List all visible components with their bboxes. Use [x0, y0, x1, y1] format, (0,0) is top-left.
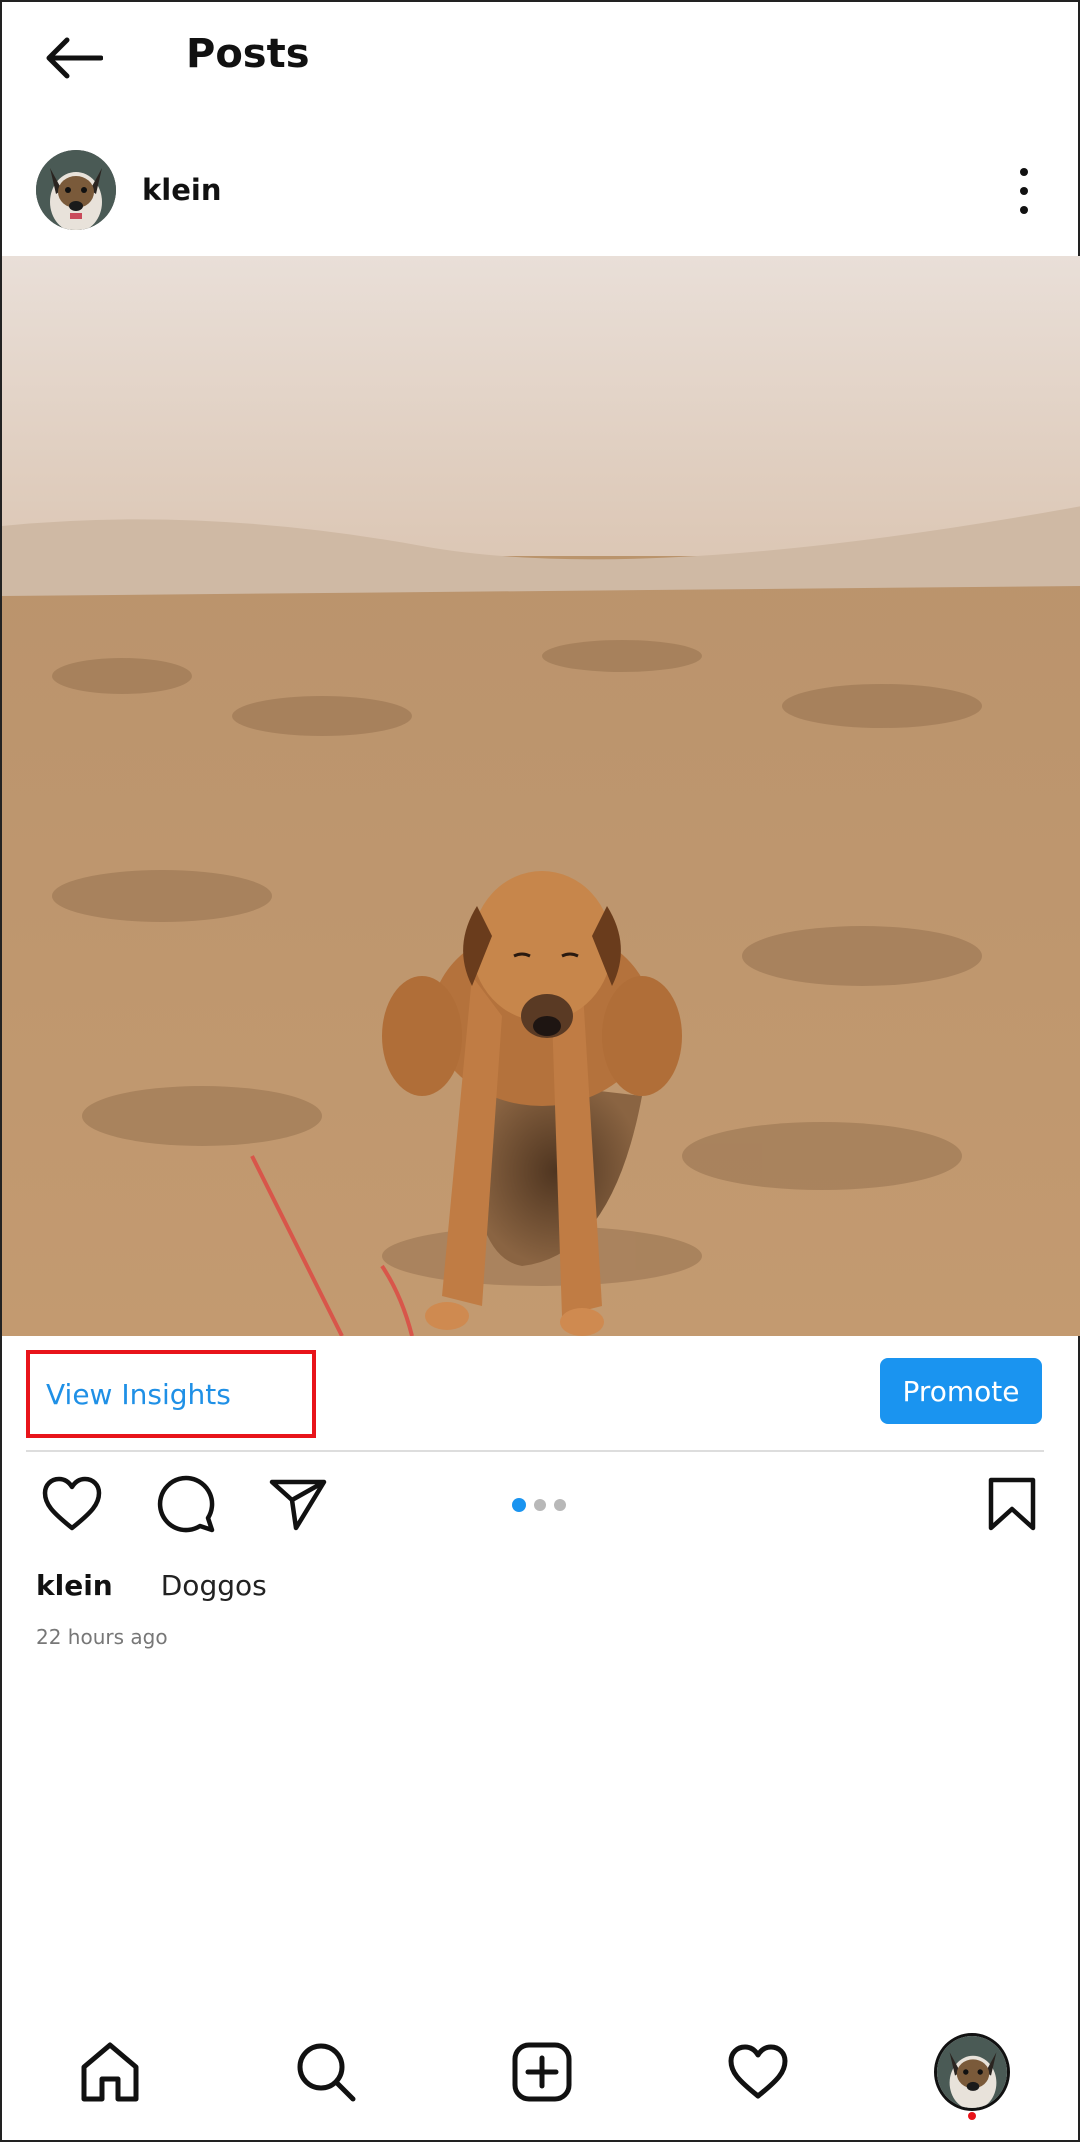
caption-row: klein Doggos — [36, 1566, 267, 1606]
caption-username[interactable]: klein — [36, 1566, 113, 1606]
share-button[interactable] — [266, 1472, 330, 1536]
carousel-dot — [534, 1499, 546, 1511]
nav-home[interactable] — [72, 2022, 148, 2122]
home-icon — [81, 2042, 139, 2102]
activity-heart-icon — [728, 2044, 788, 2099]
dog-avatar-image — [937, 2036, 1007, 2108]
carousel-dot — [554, 1499, 566, 1511]
nav-activity[interactable] — [720, 2022, 796, 2122]
more-dot — [1020, 206, 1028, 214]
back-button[interactable] — [38, 30, 108, 86]
comment-bubble-icon — [157, 1475, 215, 1533]
bottom-nav — [2, 2022, 1080, 2122]
more-vertical-icon — [1020, 168, 1028, 176]
arrow-left-icon — [46, 37, 103, 79]
page-title: Posts — [186, 31, 310, 77]
profile-avatar — [934, 2033, 1010, 2111]
post-timestamp: 22 hours ago — [36, 1625, 168, 1649]
view-insights-link[interactable]: View Insights — [26, 1350, 316, 1438]
dog-avatar-image — [36, 150, 116, 230]
top-bar: Posts — [2, 2, 1080, 112]
save-button[interactable] — [980, 1472, 1044, 1536]
like-button[interactable] — [40, 1472, 104, 1536]
add-post-icon — [512, 2042, 572, 2102]
post-username[interactable]: klein — [142, 170, 221, 210]
notification-dot — [968, 2112, 976, 2120]
carousel-indicator — [512, 1498, 566, 1512]
avatar[interactable] — [36, 150, 116, 230]
nav-search[interactable] — [288, 2022, 364, 2122]
nav-create[interactable] — [504, 2022, 580, 2122]
promote-button[interactable]: Promote — [880, 1358, 1042, 1424]
carousel-dot — [512, 1498, 526, 1512]
post-header: klein — [2, 150, 1080, 234]
heart-icon — [42, 1476, 102, 1531]
insights-row: View Insights Promote — [2, 1336, 1080, 1450]
post-actions — [2, 1472, 1080, 1542]
divider — [26, 1450, 1044, 1452]
more-dot — [1020, 187, 1028, 195]
nav-profile[interactable] — [934, 2022, 1010, 2122]
bookmark-icon — [988, 1477, 1036, 1531]
comment-button[interactable] — [154, 1472, 218, 1536]
caption-text: Doggos — [160, 1569, 267, 1602]
paper-plane-icon — [269, 1479, 327, 1531]
post-image[interactable] — [2, 256, 1080, 1336]
search-icon — [297, 2043, 356, 2102]
more-options-button[interactable] — [1004, 166, 1044, 216]
dog-in-sand-photo — [2, 256, 1080, 1336]
